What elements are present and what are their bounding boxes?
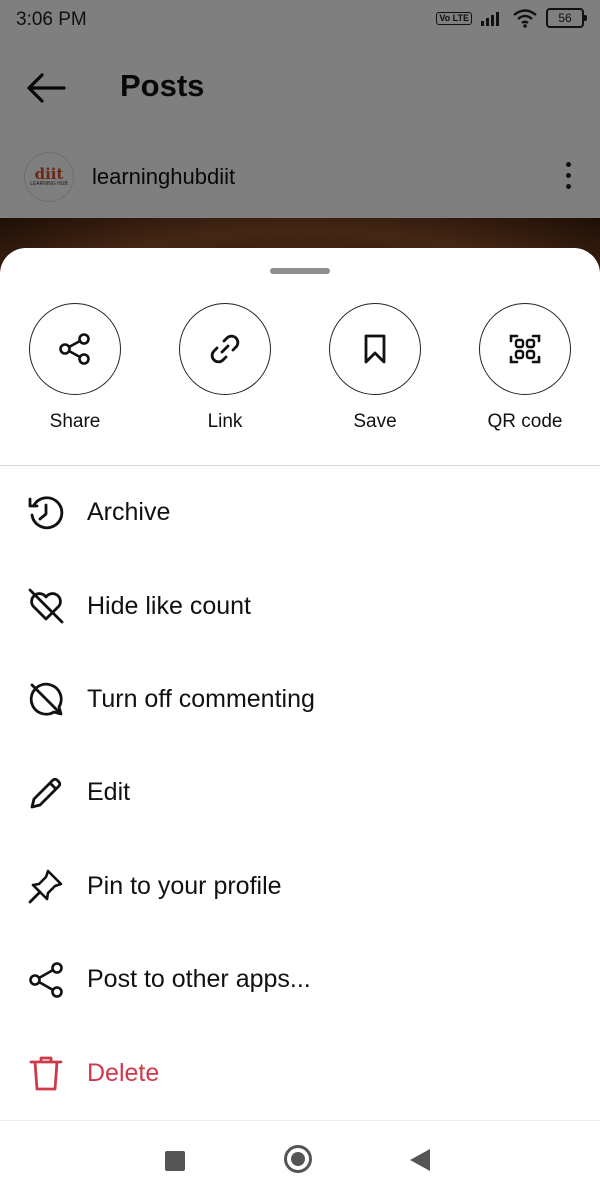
pin-icon: [26, 866, 66, 906]
sheet-drag-handle[interactable]: [270, 268, 330, 274]
link-label: Link: [207, 411, 243, 432]
quick-actions-row: Share Link Save QR code: [0, 303, 600, 443]
menu-item-edit[interactable]: Edit: [0, 746, 600, 839]
qr-code-label: QR code: [487, 411, 563, 432]
share-icon: [26, 960, 66, 1000]
menu-item-hide-like-count[interactable]: Hide like count: [0, 559, 600, 652]
save-action[interactable]: Save: [300, 303, 450, 433]
menu-item-label: Turn off commenting: [87, 684, 315, 713]
save-label: Save: [353, 411, 397, 432]
post-options-sheet: Share Link Save QR code Archive Hide lik…: [0, 248, 600, 1120]
bookmark-icon: [364, 334, 386, 364]
heart-off-icon: [26, 586, 66, 626]
menu-item-post-to-other-apps[interactable]: Post to other apps...: [0, 933, 600, 1026]
share-button[interactable]: [29, 303, 121, 395]
recent-apps-icon[interactable]: [165, 1151, 185, 1171]
menu-item-label: Delete: [87, 1058, 160, 1087]
qr-code-icon: [509, 334, 541, 364]
menu-item-label: Pin to your profile: [87, 871, 282, 900]
save-button[interactable]: [329, 303, 421, 395]
comment-off-icon: [26, 679, 66, 719]
archive-clock-icon: [26, 493, 66, 533]
menu-item-delete[interactable]: Delete: [0, 1026, 600, 1119]
back-triangle-icon[interactable]: [410, 1149, 430, 1171]
share-action[interactable]: Share: [0, 303, 150, 433]
home-icon[interactable]: [284, 1145, 312, 1173]
pencil-icon: [26, 773, 66, 813]
menu-item-label: Post to other apps...: [87, 965, 311, 994]
trash-icon: [26, 1053, 66, 1093]
menu-item-label: Edit: [87, 778, 131, 807]
share-label: Share: [49, 411, 101, 432]
qr-code-button[interactable]: [479, 303, 571, 395]
link-icon: [210, 334, 240, 364]
menu-item-archive[interactable]: Archive: [0, 466, 600, 559]
menu-item-pin-to-profile[interactable]: Pin to your profile: [0, 840, 600, 933]
link-action[interactable]: Link: [150, 303, 300, 433]
system-nav-bar: [0, 1120, 600, 1201]
post-options-menu: Archive Hide like count Turn off comment…: [0, 466, 600, 1120]
link-button[interactable]: [179, 303, 271, 395]
share-icon: [59, 333, 90, 365]
menu-item-label: Hide like count: [87, 591, 251, 620]
menu-item-label: Archive: [87, 498, 171, 527]
menu-item-turn-off-commenting[interactable]: Turn off commenting: [0, 653, 600, 746]
qr-code-action[interactable]: QR code: [450, 303, 600, 433]
